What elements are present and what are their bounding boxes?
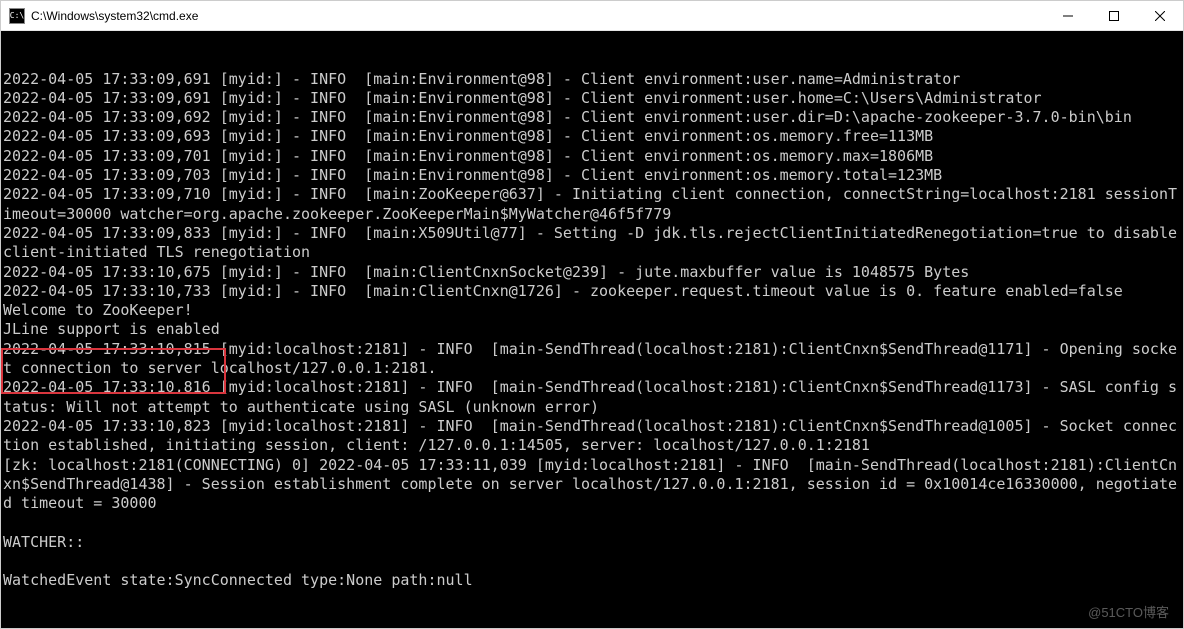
window-controls bbox=[1045, 1, 1183, 30]
watermark: @51CTO博客 bbox=[1088, 603, 1169, 622]
minimize-button[interactable] bbox=[1045, 1, 1091, 30]
titlebar[interactable]: C:\ C:\Windows\system32\cmd.exe bbox=[1, 1, 1183, 31]
close-button[interactable] bbox=[1137, 1, 1183, 30]
console-text: 2022-04-05 17:33:09,691 [myid:] - INFO [… bbox=[1, 70, 1183, 591]
cmd-window: C:\ C:\Windows\system32\cmd.exe 2022-04-… bbox=[0, 0, 1184, 629]
console-output[interactable]: 2022-04-05 17:33:09,691 [myid:] - INFO [… bbox=[1, 31, 1183, 628]
cmd-icon: C:\ bbox=[9, 8, 25, 24]
window-title: C:\Windows\system32\cmd.exe bbox=[31, 9, 1045, 23]
maximize-button[interactable] bbox=[1091, 1, 1137, 30]
